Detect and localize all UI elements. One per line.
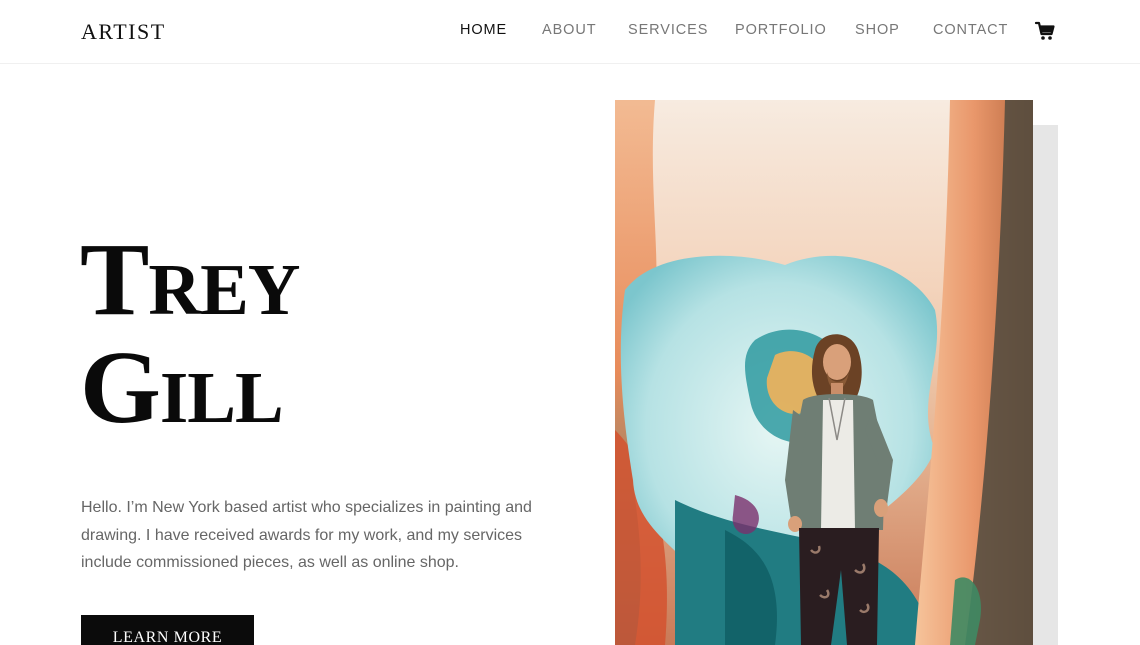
main-nav: HOME ABOUT SERVICES PORTFOLIO SHOP CONTA… bbox=[0, 22, 1140, 42]
nav-item-portfolio[interactable]: PORTFOLIO bbox=[735, 22, 827, 38]
nav-item-contact[interactable]: CONTACT bbox=[933, 22, 1008, 38]
hero-title-first-name: Trey bbox=[80, 222, 300, 337]
photo-shadow-panel bbox=[1033, 125, 1058, 645]
cart-icon[interactable] bbox=[1034, 20, 1056, 42]
nav-item-shop[interactable]: SHOP bbox=[855, 22, 900, 38]
hero-title: Trey Gill bbox=[80, 226, 300, 442]
hero-photo bbox=[615, 100, 1033, 645]
learn-more-button[interactable]: LEARN MORE bbox=[81, 615, 254, 645]
nav-item-home[interactable]: HOME bbox=[460, 22, 507, 38]
hero-title-last-name: Gill bbox=[80, 330, 284, 445]
site-header: ARTIST HOME ABOUT SERVICES PORTFOLIO SHO… bbox=[0, 0, 1140, 64]
nav-item-services[interactable]: SERVICES bbox=[628, 22, 708, 38]
nav-item-about[interactable]: ABOUT bbox=[542, 22, 596, 38]
intro-paragraph: Hello. I’m New York based artist who spe… bbox=[81, 499, 532, 571]
